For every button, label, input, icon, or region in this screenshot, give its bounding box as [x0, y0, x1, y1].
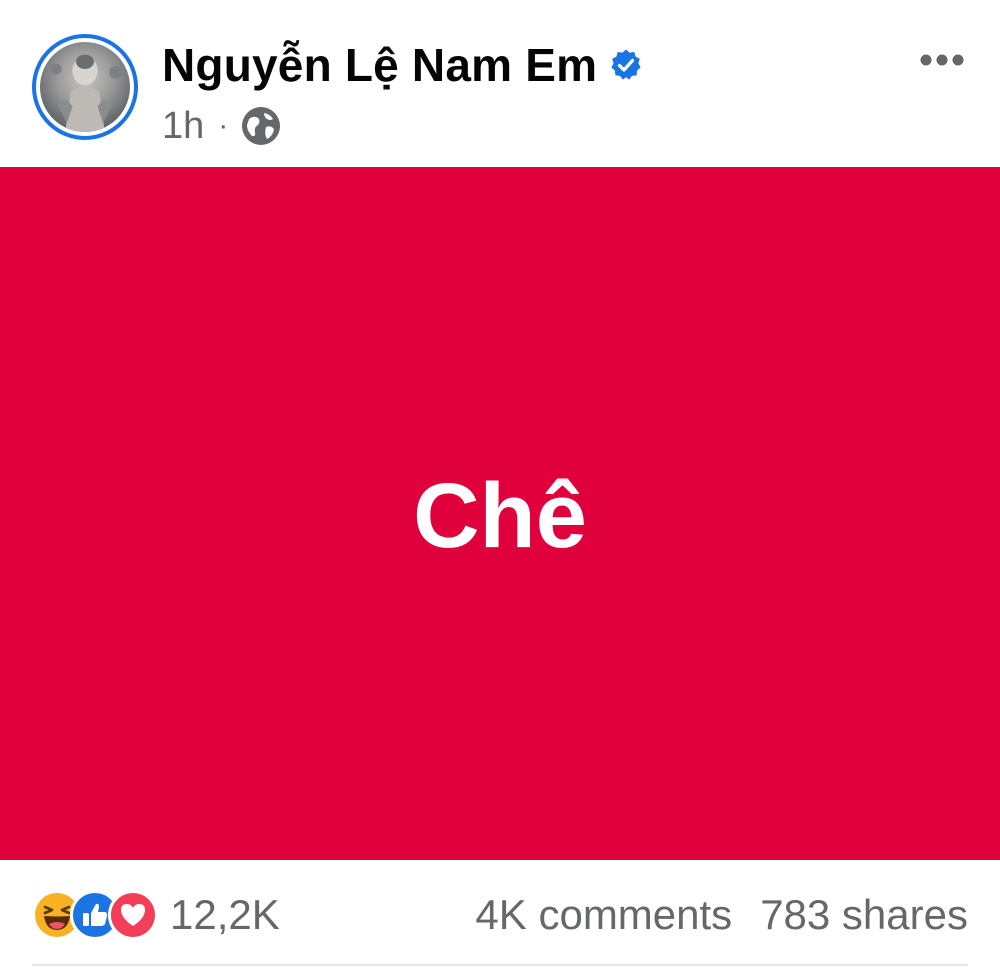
more-options-button[interactable] [912, 42, 972, 78]
meta-separator: · [218, 109, 229, 142]
shares-count[interactable]: 783 shares [760, 891, 968, 939]
love-icon [108, 890, 158, 940]
globe-icon [240, 105, 282, 147]
author-name[interactable]: Nguyễn Lệ Nam Em [162, 38, 597, 92]
avatar-image [40, 42, 130, 132]
statue-figure-icon [50, 54, 122, 132]
engagement-counts: 4K comments 783 shares [475, 890, 968, 940]
post-text-image[interactable]: Chê [0, 167, 1000, 860]
avatar[interactable] [32, 34, 138, 140]
facebook-post: Nguyễn Lệ Nam Em 1h · Chê 12,2K 4K comme… [0, 0, 1000, 970]
post-time[interactable]: 1h [162, 105, 204, 148]
post-header: Nguyễn Lệ Nam Em 1h · [0, 0, 1000, 167]
verified-badge-icon [609, 48, 643, 82]
reaction-count: 12,2K [170, 891, 280, 938]
stats-divider [32, 964, 968, 966]
post-stats: 12,2K 4K comments 783 shares [0, 860, 1000, 970]
more-horizontal-icon [920, 54, 964, 66]
post-meta: 1h · [162, 102, 282, 150]
post-image-text: Chê [413, 465, 587, 567]
reactions-summary[interactable]: 12,2K [32, 890, 280, 940]
comments-count[interactable]: 4K comments [475, 891, 732, 939]
author-row: Nguyễn Lệ Nam Em [162, 34, 643, 96]
